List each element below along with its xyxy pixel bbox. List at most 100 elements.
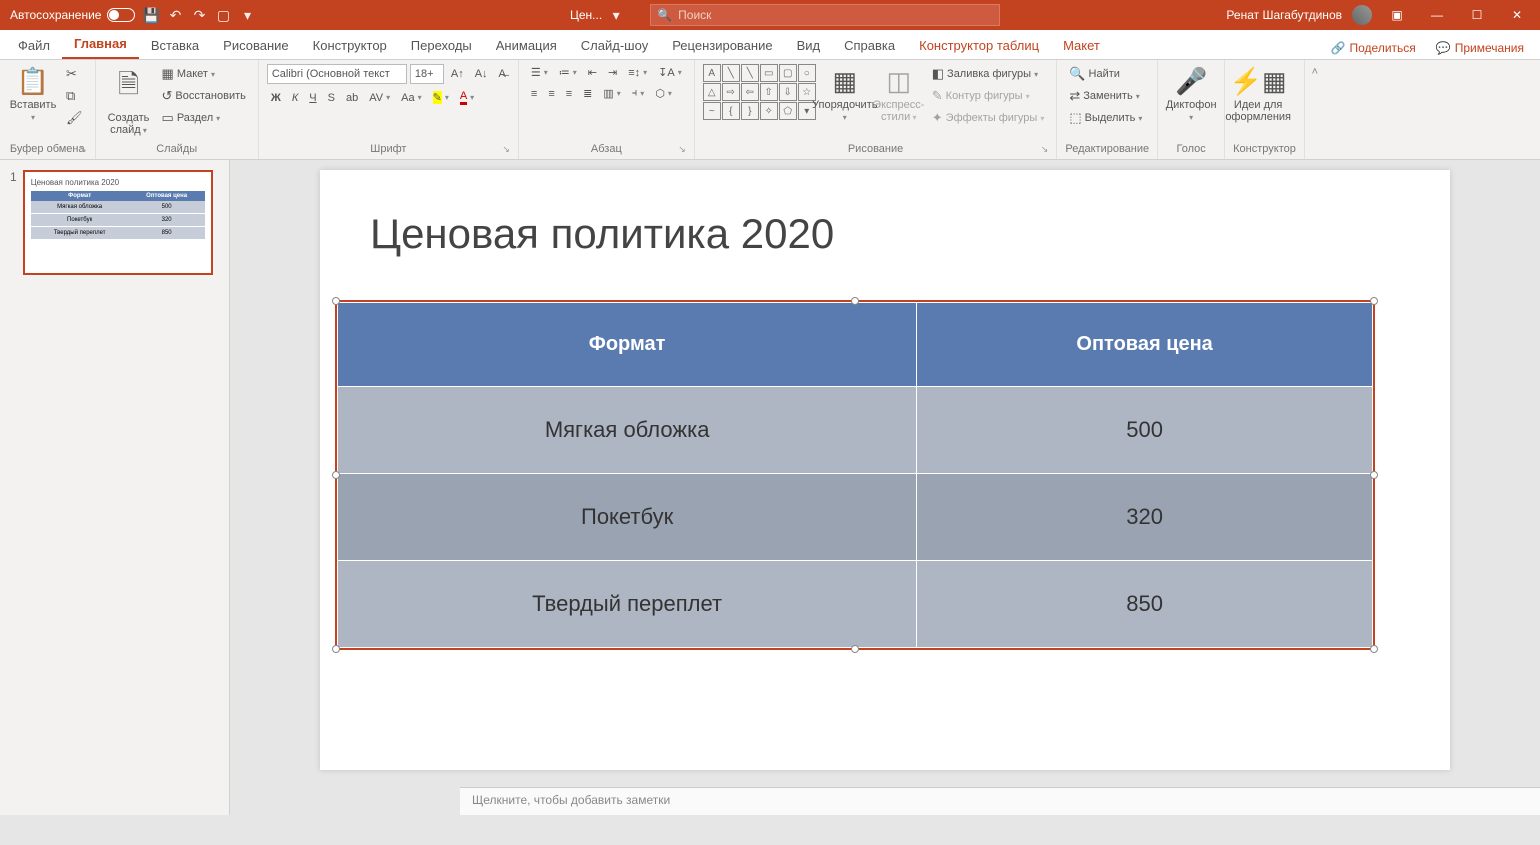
select-button[interactable]: ⬚Выделить <box>1065 108 1146 128</box>
reset-button[interactable]: ↺Восстановить <box>158 86 250 106</box>
minimize-icon[interactable]: — <box>1422 1 1452 29</box>
search-box[interactable]: 🔍 <box>650 4 1000 26</box>
tab-file[interactable]: Файл <box>6 32 62 59</box>
handle-bl[interactable] <box>332 645 340 653</box>
new-slide-button[interactable]: 🗎 Создать слайд <box>104 64 154 138</box>
paste-button[interactable]: 📋 Вставить <box>8 64 58 125</box>
align-right-button[interactable]: ≡ <box>562 86 576 102</box>
launcher-icon[interactable]: ↘ <box>1041 144 1049 155</box>
slide[interactable]: Ценовая политика 2020 Формат Оптовая цен… <box>320 170 1450 770</box>
shape-brace2-icon[interactable]: } <box>741 102 759 120</box>
font-size-combo[interactable]: 18+ <box>410 64 444 84</box>
slide-canvas[interactable]: Ценовая политика 2020 Формат Оптовая цен… <box>230 160 1540 815</box>
tab-layout[interactable]: Макет <box>1051 32 1112 59</box>
avatar[interactable] <box>1352 5 1372 25</box>
cell[interactable]: Покетбук <box>338 474 917 561</box>
slide-thumbnails-panel[interactable]: 1 Ценовая политика 2020 ФорматОптовая це… <box>0 160 230 815</box>
shape-rect-icon[interactable]: ▭ <box>760 64 778 82</box>
font-name-combo[interactable]: Calibri (Основной текст <box>267 64 407 84</box>
design-ideas-button[interactable]: ⚡▦ Идеи для оформления <box>1233 64 1283 125</box>
cell[interactable]: 320 <box>917 474 1373 561</box>
tab-home[interactable]: Главная <box>62 30 139 59</box>
columns-button[interactable]: ▥ <box>599 85 624 102</box>
shape-fill-button[interactable]: ◧Заливка фигуры <box>928 64 1049 84</box>
cell[interactable]: 500 <box>917 387 1373 474</box>
shape-arrow4-icon[interactable]: ⇩ <box>779 83 797 101</box>
section-button[interactable]: ▭Раздел <box>158 108 250 128</box>
tab-slideshow[interactable]: Слайд-шоу <box>569 32 660 59</box>
shape-rect2-icon[interactable]: ▢ <box>779 64 797 82</box>
bullets-button[interactable]: ☰ <box>527 64 552 81</box>
tab-table-design[interactable]: Конструктор таблиц <box>907 32 1051 59</box>
shadow-button[interactable]: ab <box>342 90 362 106</box>
justify-button[interactable]: ≣ <box>579 85 596 102</box>
tab-design[interactable]: Конструктор <box>301 32 399 59</box>
shape-line2-icon[interactable]: ╲ <box>741 64 759 82</box>
char-spacing-button[interactable]: AV <box>365 90 394 106</box>
tab-help[interactable]: Справка <box>832 32 907 59</box>
highlight-button[interactable]: ✎ <box>429 89 453 106</box>
tab-view[interactable]: Вид <box>785 32 833 59</box>
handle-br[interactable] <box>1370 645 1378 653</box>
tab-review[interactable]: Рецензирование <box>660 32 784 59</box>
shapes-gallery[interactable]: A ╲╲ ▭▢○ △⇨⇦ ⇧⇩☆ ~{} ✧⬠▾ <box>703 64 816 120</box>
shape-arrow-icon[interactable]: ⇨ <box>722 83 740 101</box>
align-left-button[interactable]: ≡ <box>527 86 541 102</box>
launcher-icon[interactable]: ↘ <box>502 144 510 155</box>
redo-icon[interactable]: ↷ <box>191 7 207 23</box>
handle-mr[interactable] <box>1370 471 1378 479</box>
user-name[interactable]: Ренат Шагабутдинов <box>1226 8 1342 22</box>
italic-button[interactable]: К <box>288 90 302 106</box>
grow-font-button[interactable]: A↑ <box>447 66 468 82</box>
search-input[interactable] <box>678 8 993 22</box>
tab-draw[interactable]: Рисование <box>211 32 300 59</box>
qat-more-icon[interactable]: ▾ <box>239 7 255 23</box>
undo-icon[interactable]: ↶ <box>167 7 183 23</box>
price-table[interactable]: Формат Оптовая цена Мягкая обложка 500 П… <box>337 302 1373 648</box>
share-button[interactable]: 🔗 Поделиться <box>1321 37 1426 59</box>
slide-title[interactable]: Ценовая политика 2020 <box>370 210 834 258</box>
increase-indent-button[interactable]: ⇥ <box>604 64 621 81</box>
header-format[interactable]: Формат <box>338 303 917 387</box>
align-text-button[interactable]: ⫞ <box>628 85 649 102</box>
change-case-button[interactable]: Aa <box>397 90 425 106</box>
shrink-font-button[interactable]: A↓ <box>471 66 492 82</box>
collapse-ribbon-button[interactable]: ˄ <box>1305 60 1325 159</box>
find-button[interactable]: 🔍Найти <box>1065 64 1146 84</box>
toggle-off-icon[interactable] <box>107 8 135 22</box>
shape-curve-icon[interactable]: ~ <box>703 102 721 120</box>
bold-button[interactable]: Ж <box>267 90 285 106</box>
handle-ml[interactable] <box>332 471 340 479</box>
slideshow-start-icon[interactable]: ▢ <box>215 7 231 23</box>
text-direction-button[interactable]: ↧A <box>654 64 686 81</box>
replace-button[interactable]: ⇄Заменить <box>1065 86 1146 106</box>
shape-star2-icon[interactable]: ✧ <box>760 102 778 120</box>
cut-button[interactable]: ✂ <box>62 64 87 84</box>
maximize-icon[interactable]: ☐ <box>1462 1 1492 29</box>
decrease-indent-button[interactable]: ⇤ <box>584 64 601 81</box>
shape-arrow2-icon[interactable]: ⇦ <box>741 83 759 101</box>
numbering-button[interactable]: ≔ <box>555 64 581 81</box>
close-icon[interactable]: ✕ <box>1502 1 1532 29</box>
shape-ellipse-icon[interactable]: ○ <box>798 64 816 82</box>
cell[interactable]: 850 <box>917 561 1373 648</box>
layout-button[interactable]: ▦Макет <box>158 64 250 84</box>
underline-button[interactable]: Ч <box>305 90 320 106</box>
handle-tc[interactable] <box>851 297 859 305</box>
title-dropdown-icon[interactable]: ▾ <box>608 7 624 23</box>
shape-line-icon[interactable]: ╲ <box>722 64 740 82</box>
shape-triangle-icon[interactable]: △ <box>703 83 721 101</box>
table-selection[interactable]: Формат Оптовая цена Мягкая обложка 500 П… <box>335 300 1375 650</box>
cell[interactable]: Мягкая обложка <box>338 387 917 474</box>
arrange-button[interactable]: ▦ Упорядочить <box>820 64 870 125</box>
thumbnail-1[interactable]: 1 Ценовая политика 2020 ФорматОптовая це… <box>10 170 219 275</box>
strike-button[interactable]: S <box>324 90 339 106</box>
notes-pane[interactable]: Щелкните, чтобы добавить заметки <box>460 787 1540 815</box>
autosave-toggle[interactable]: Автосохранение <box>10 8 135 22</box>
cell[interactable]: Твердый переплет <box>338 561 917 648</box>
smartart-button[interactable]: ⬡ <box>651 85 676 102</box>
ribbon-display-icon[interactable]: ▣ <box>1382 1 1412 29</box>
shape-callout-icon[interactable]: ⬠ <box>779 102 797 120</box>
shape-textbox-icon[interactable]: A <box>703 64 721 82</box>
save-icon[interactable]: 💾 <box>143 7 159 23</box>
